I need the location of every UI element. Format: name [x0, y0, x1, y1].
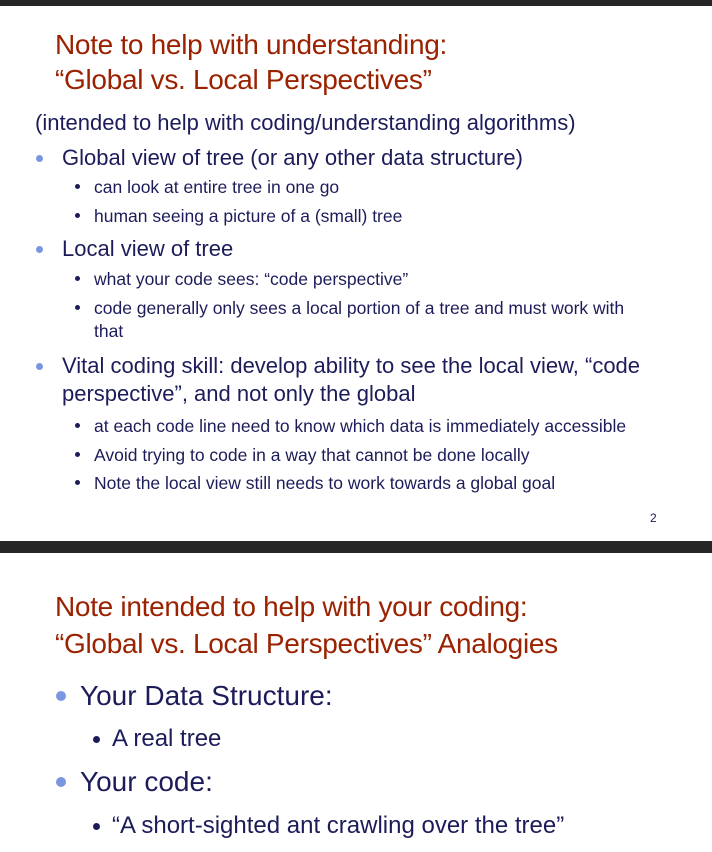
slide-title-line2: “Global vs. Local Perspectives” Analogie… [55, 628, 558, 659]
sub-bullet: A real tree [112, 725, 222, 752]
sub-bullet: Note the local view still needs to work … [94, 473, 556, 493]
bullet-icon [36, 363, 43, 370]
bullet-icon [75, 213, 80, 218]
bullet-icon [75, 423, 80, 428]
sub-bullet-continued: that [94, 321, 124, 341]
slide-subtitle: (intended to help with coding/understand… [35, 110, 576, 135]
bullet-vital-skill: Vital coding skill: develop ability to s… [62, 353, 641, 378]
sub-bullet: Avoid trying to code in a way that canno… [94, 445, 530, 465]
bullet-icon [93, 736, 100, 743]
bullet-icon [56, 777, 66, 787]
bullet-icon [36, 155, 43, 162]
bullet-icon [75, 480, 80, 485]
slide-3-page: Note intended to help with your coding: … [0, 553, 712, 852]
sub-bullet: human seeing a picture of a (small) tree [94, 206, 403, 226]
slide-2-page: Note to help with understanding: “Global… [0, 6, 712, 541]
bullet-local-view: Local view of tree [62, 236, 234, 261]
bullet-global-view: Global view of tree (or any other data s… [62, 145, 523, 170]
bullet-icon [93, 823, 100, 830]
sub-bullet: at each code line need to know which dat… [94, 416, 627, 436]
bullet-vital-skill-continued: perspective”, and not only the global [62, 381, 416, 406]
slide-title-line1: Note intended to help with your coding: [55, 591, 528, 622]
bullet-icon [75, 276, 80, 281]
bullet-data-structure: Your Data Structure: [80, 680, 333, 711]
bullet-icon [75, 305, 80, 310]
page-divider [0, 541, 712, 553]
sub-bullet: code generally only sees a local portion… [94, 298, 625, 318]
slide-title-line2: “Global vs. Local Perspectives” [55, 64, 432, 95]
page-number: 2 [650, 511, 657, 525]
sub-bullet: “A short-sighted ant crawling over the t… [112, 812, 565, 839]
slide-title-line1: Note to help with understanding: [55, 29, 447, 60]
bullet-icon [75, 184, 80, 189]
bullet-icon [56, 691, 66, 701]
sub-bullet: what your code sees: “code perspective” [94, 269, 409, 289]
bullet-your-code: Your code: [80, 766, 213, 797]
bullet-icon [36, 246, 43, 253]
bullet-icon [75, 452, 80, 457]
sub-bullet: can look at entire tree in one go [94, 177, 340, 197]
